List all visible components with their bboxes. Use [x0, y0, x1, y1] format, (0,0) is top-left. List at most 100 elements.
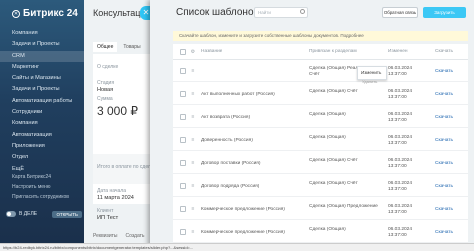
templates-table: ⚙ Название Привязан к разделам Изменен С… [173, 44, 468, 251]
template-used-in: Сделка (Общая) Счёт [309, 89, 358, 94]
row-menu-icon[interactable]: ≡ [190, 68, 196, 74]
template-used-in: Сделка (Общая) Предложение [309, 204, 378, 209]
row-menu-icon[interactable]: ≡ [190, 183, 196, 189]
row-checkbox[interactable] [180, 183, 186, 189]
tab-products[interactable]: Товары [119, 42, 144, 52]
sidebar-item[interactable]: Приложения [0, 141, 84, 152]
template-name[interactable]: Коммерческое предложение (Россия) [201, 230, 285, 235]
create-tab[interactable]: Создать [126, 233, 145, 239]
upload-button[interactable]: Загрузить [423, 7, 466, 18]
sidebar-item[interactable]: Задачи и Проекты [0, 84, 84, 95]
settings-icon[interactable]: ⚙ [190, 49, 196, 55]
stage-value[interactable]: Новая [97, 87, 113, 93]
sidebar-map-link[interactable]: Карта Битрикс24 [8, 172, 80, 182]
template-name[interactable]: Доверенность (Россия) [201, 138, 253, 143]
template-name[interactable]: Акт возврата (Россия) [201, 115, 250, 120]
row-checkbox[interactable] [180, 68, 186, 74]
template-used-in: Сделка (Общая) [309, 112, 346, 117]
sidebar-item[interactable]: CRM [0, 50, 84, 62]
table-row[interactable]: ≡ Сделка (Общая) Реализация, Счёт 06.03.20… [173, 61, 468, 82]
search-placeholder: Найти [258, 10, 271, 15]
download-link[interactable]: Скачать [435, 115, 453, 120]
table-row[interactable]: ≡ Коммерческое предложение (Россия) Сделка… [173, 222, 468, 243]
sidebar-bottom: Карта Битрикс24 Настроить меню Пригласит… [8, 172, 80, 202]
slider-header: Список шаблонов Найти Обратная связь Заг… [150, 0, 474, 27]
col-download[interactable]: Скачать [435, 49, 453, 54]
row-menu-icon[interactable]: ≡ [190, 229, 196, 235]
table-row[interactable]: ≡ Акт возврата (Россия) Сделка (Общая) 06.0… [173, 107, 468, 128]
row-checkbox[interactable] [180, 206, 186, 212]
row-menu-icon[interactable]: ≡ [190, 91, 196, 97]
row-menu-icon[interactable]: ≡ [190, 160, 196, 166]
table-row[interactable]: ≡ Акт выполненных работ (Россия) Сделка (О… [173, 84, 468, 105]
download-link[interactable]: Скачать [435, 138, 453, 143]
template-modified: 06.03.2024 13:37:00 [388, 158, 413, 169]
row-checkbox[interactable] [180, 91, 186, 97]
sidebar-item[interactable]: Сайты и Магазины [0, 73, 84, 84]
tab-general[interactable]: Общее [93, 42, 118, 52]
client-value[interactable]: ИП Тест [97, 215, 118, 221]
row-menu-icon[interactable]: ≡ [190, 114, 196, 120]
menu-toggle-icon[interactable]: ✕ [12, 9, 20, 18]
template-name[interactable]: Коммерческое предложение (Россия) [201, 207, 285, 212]
table-row[interactable]: ≡ Коммерческое предложение (Россия) Сделка… [173, 199, 468, 220]
sidebar-item[interactable]: Автоматизация работы [0, 96, 84, 107]
template-name[interactable]: Акт выполненных работ (Россия) [201, 92, 275, 97]
requisites-tab[interactable]: Реквизиты [93, 233, 118, 239]
row-checkbox[interactable] [180, 229, 186, 235]
sidebar-item[interactable]: Сотрудники [0, 107, 84, 118]
select-all-checkbox[interactable] [180, 49, 186, 55]
search-icon[interactable] [300, 9, 305, 14]
row-menu-icon[interactable]: ≡ [190, 137, 196, 143]
left-sidebar: ✕ Битрикс 24 Компания Задачи и Проекты CRM… [0, 0, 84, 251]
template-modified: 06.03.2024 13:37:00 [388, 89, 413, 100]
table-row[interactable]: ≡ Договор подряда (Россия) Сделка (Общая) … [173, 176, 468, 197]
download-link[interactable]: Скачать [435, 92, 453, 97]
download-link[interactable]: Скачать [435, 230, 453, 235]
sidebar-item[interactable]: Маркетинг [0, 62, 84, 73]
browser-status-bar: https://b24-redbyk.bitrix24.ru/bitrix/co… [0, 243, 474, 251]
col-modified[interactable]: Изменен [388, 49, 408, 54]
template-modified: 06.03.2024 13:37:00 [388, 227, 413, 238]
client-label: Клиент [97, 208, 114, 214]
col-used-in[interactable]: Привязан к разделам [309, 49, 357, 54]
open-button[interactable]: ОТКРЫТЬ [52, 210, 82, 218]
sidebar-menu: Компания Задачи и Проекты CRM Маркетинг Сайт… [0, 28, 84, 175]
work-status-row: В ДЕЛЕ ОТКРЫТЬ [6, 209, 82, 219]
sidebar-item[interactable]: Отдел [0, 152, 84, 163]
row-action-menu[interactable]: Изменить [357, 66, 387, 80]
logo-text: Битрикс 24 [23, 8, 78, 19]
stage-label: Стадия [97, 80, 115, 86]
table-header: ⚙ Название Привязан к разделам Изменен С… [173, 44, 468, 60]
table-row[interactable]: ≡ Договор поставки (Россия) Сделка (Общая)… [173, 153, 468, 174]
info-notice: Скачайте шаблон, измените и загрузите со… [173, 31, 468, 41]
template-name[interactable]: Договор поставки (Россия) [201, 161, 261, 166]
sidebar-invite-link[interactable]: Пригласить сотрудников [8, 192, 80, 202]
bitrix-logo[interactable]: ✕ Битрикс 24 [12, 8, 78, 19]
sidebar-item[interactable]: Автоматизация [0, 130, 84, 141]
row-menu-icon[interactable]: ≡ [190, 206, 196, 212]
row-checkbox[interactable] [180, 137, 186, 143]
date-value[interactable]: 11 марта 2024 [97, 195, 134, 201]
sidebar-configure-link[interactable]: Настроить меню [8, 182, 80, 192]
download-link[interactable]: Скачать [435, 161, 453, 166]
amount-label: Сумма [97, 96, 113, 102]
edit-action[interactable]: Изменить [361, 70, 381, 75]
download-link[interactable]: Скачать [435, 207, 453, 212]
template-modified: 06.03.2024 13:37:00 [388, 112, 413, 123]
sidebar-item[interactable]: Компания [0, 118, 84, 129]
table-row[interactable]: ≡ Доверенность (Россия) Сделка (Общая) 06.0… [173, 130, 468, 151]
download-link[interactable]: Скачать [435, 184, 453, 189]
row-checkbox[interactable] [180, 160, 186, 166]
download-link[interactable]: Скачать [435, 69, 453, 74]
sidebar-item[interactable]: Компания [0, 28, 84, 39]
amount-value[interactable]: 3 000 ₽ [97, 104, 138, 118]
feedback-button[interactable]: Обратная связь [382, 7, 418, 18]
row-checkbox[interactable] [180, 114, 186, 120]
col-name[interactable]: Название [201, 49, 222, 54]
template-name[interactable]: Договор подряда (Россия) [201, 184, 259, 189]
delete-action[interactable]: Удалить [362, 79, 377, 84]
search-input[interactable]: Найти [254, 7, 308, 18]
status-toggle[interactable] [6, 211, 16, 217]
sidebar-item[interactable]: Задачи и Проекты [0, 39, 84, 50]
